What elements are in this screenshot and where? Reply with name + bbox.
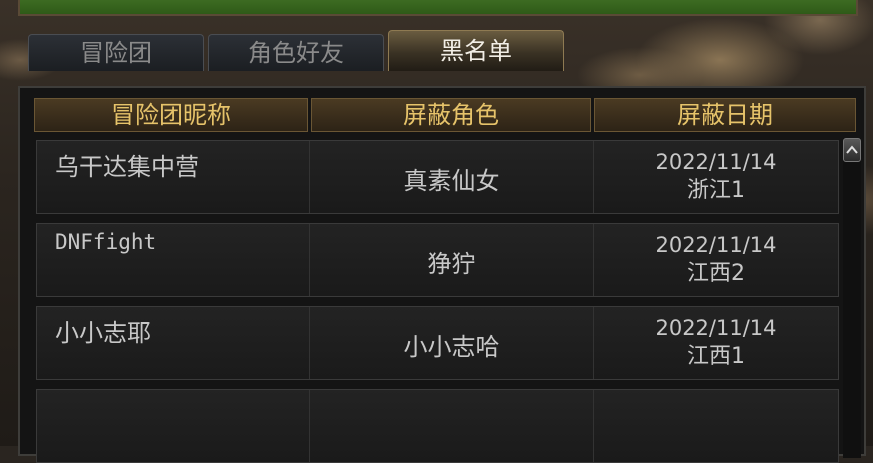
tab-blacklist[interactable]: 黑名单 bbox=[388, 30, 564, 71]
top-progress-bar bbox=[18, 0, 858, 16]
blocked-date: 2022/11/14 bbox=[655, 316, 777, 340]
cell-role bbox=[310, 390, 594, 462]
cell-adventure-name: DNFfight bbox=[37, 224, 310, 296]
table-row[interactable] bbox=[36, 389, 839, 463]
cell-date bbox=[594, 390, 838, 462]
cell-role: 狰狞 bbox=[310, 224, 594, 296]
cell-role: 小小志哈 bbox=[310, 307, 594, 379]
blocked-role: 狰狞 bbox=[427, 250, 476, 278]
table-row[interactable]: 小小志耶 小小志哈 2022/11/14 江西1 bbox=[36, 306, 839, 380]
cell-adventure-name: 小小志耶 bbox=[37, 307, 310, 379]
scrollbar[interactable] bbox=[843, 138, 861, 458]
blocked-date: 2022/11/14 bbox=[655, 233, 777, 257]
adventure-name: 小小志耶 bbox=[55, 319, 151, 347]
header-blocked-date: 屏蔽日期 bbox=[594, 98, 856, 132]
table-row[interactable]: 乌干达集中营 真素仙女 2022/11/14 浙江1 bbox=[36, 140, 839, 214]
chevron-up-icon[interactable] bbox=[843, 138, 861, 162]
cell-role: 真素仙女 bbox=[310, 141, 594, 213]
server-name: 浙江1 bbox=[687, 178, 745, 203]
blacklist-panel: 冒险团昵称 屏蔽角色 屏蔽日期 乌干达集中营 真素仙女 2022/11/14 浙… bbox=[18, 86, 866, 463]
tab-friends[interactable]: 角色好友 bbox=[208, 34, 384, 71]
server-name: 江西2 bbox=[687, 261, 745, 286]
header-blocked-role: 屏蔽角色 bbox=[311, 98, 591, 132]
cell-adventure-name: 乌干达集中营 bbox=[37, 141, 310, 213]
server-name: 江西1 bbox=[687, 344, 745, 369]
table-row[interactable]: DNFfight 狰狞 2022/11/14 江西2 bbox=[36, 223, 839, 297]
tab-label: 黑名单 bbox=[440, 37, 512, 65]
header-adventure-name: 冒险团昵称 bbox=[34, 98, 308, 132]
tab-label: 冒险团 bbox=[80, 39, 152, 67]
blocked-role: 真素仙女 bbox=[403, 167, 500, 195]
blocked-role: 小小志哈 bbox=[403, 333, 500, 361]
cell-date: 2022/11/14 江西1 bbox=[594, 307, 838, 379]
tab-label: 角色好友 bbox=[248, 39, 344, 67]
cell-date: 2022/11/14 浙江1 bbox=[594, 141, 838, 213]
blocked-date: 2022/11/14 bbox=[655, 150, 777, 174]
adventure-name: DNFfight bbox=[55, 230, 157, 254]
cell-date: 2022/11/14 江西2 bbox=[594, 224, 838, 296]
tab-adventure-group[interactable]: 冒险团 bbox=[28, 34, 204, 71]
cell-adventure-name bbox=[37, 390, 310, 462]
adventure-name: 乌干达集中营 bbox=[55, 153, 199, 181]
